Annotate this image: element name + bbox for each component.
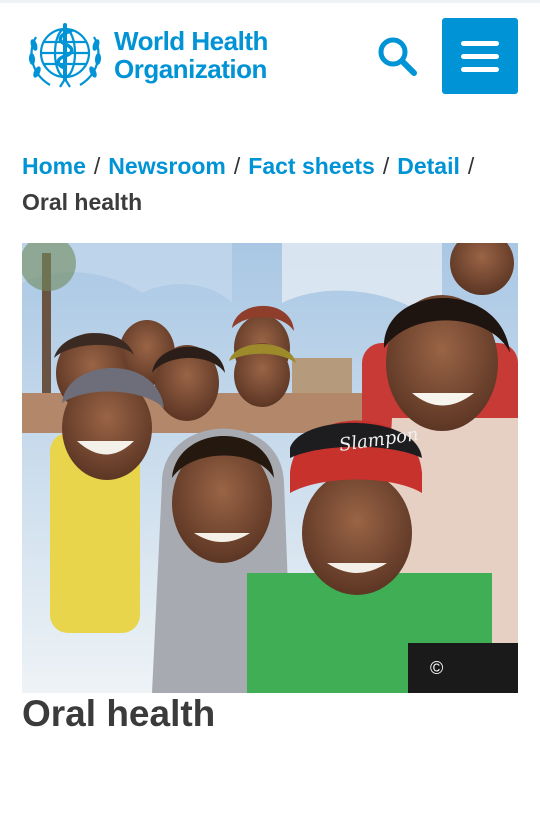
logo-line-1: World Health bbox=[114, 26, 268, 56]
search-button[interactable] bbox=[374, 33, 420, 79]
breadcrumb: Home / Newsroom / Fact sheets / Detail / Oral h… bbox=[22, 148, 522, 220]
logo-wordmark: World Health Organization bbox=[114, 27, 268, 83]
hamburger-menu-icon bbox=[461, 53, 499, 59]
breadcrumb-home[interactable]: Home bbox=[22, 153, 86, 179]
breadcrumb-separator: / bbox=[93, 153, 101, 179]
breadcrumb-separator: / bbox=[467, 153, 475, 179]
logo-line-2: Organization bbox=[114, 54, 267, 84]
breadcrumb-separator: / bbox=[382, 153, 390, 179]
hero-image: Slampon bbox=[22, 243, 518, 693]
un-emblem-icon bbox=[28, 23, 102, 88]
site-header: World Health Organization bbox=[0, 3, 540, 103]
breadcrumb-current: Oral health bbox=[22, 189, 143, 215]
breadcrumb-separator: / bbox=[233, 153, 241, 179]
breadcrumb-detail[interactable]: Detail bbox=[397, 153, 460, 179]
hamburger-menu-icon bbox=[461, 66, 499, 72]
search-icon bbox=[378, 37, 417, 76]
hamburger-menu-icon bbox=[461, 40, 499, 46]
copyright-button[interactable]: © bbox=[408, 643, 518, 693]
children-smiling-photo: Slampon bbox=[22, 243, 518, 693]
breadcrumb-newsroom[interactable]: Newsroom bbox=[108, 153, 226, 179]
who-logo[interactable]: World Health Organization bbox=[22, 17, 268, 93]
page-title: Oral health bbox=[22, 693, 216, 734]
breadcrumb-fact-sheets[interactable]: Fact sheets bbox=[248, 153, 375, 179]
copyright-icon: © bbox=[430, 657, 444, 678]
menu-button[interactable] bbox=[442, 18, 518, 94]
